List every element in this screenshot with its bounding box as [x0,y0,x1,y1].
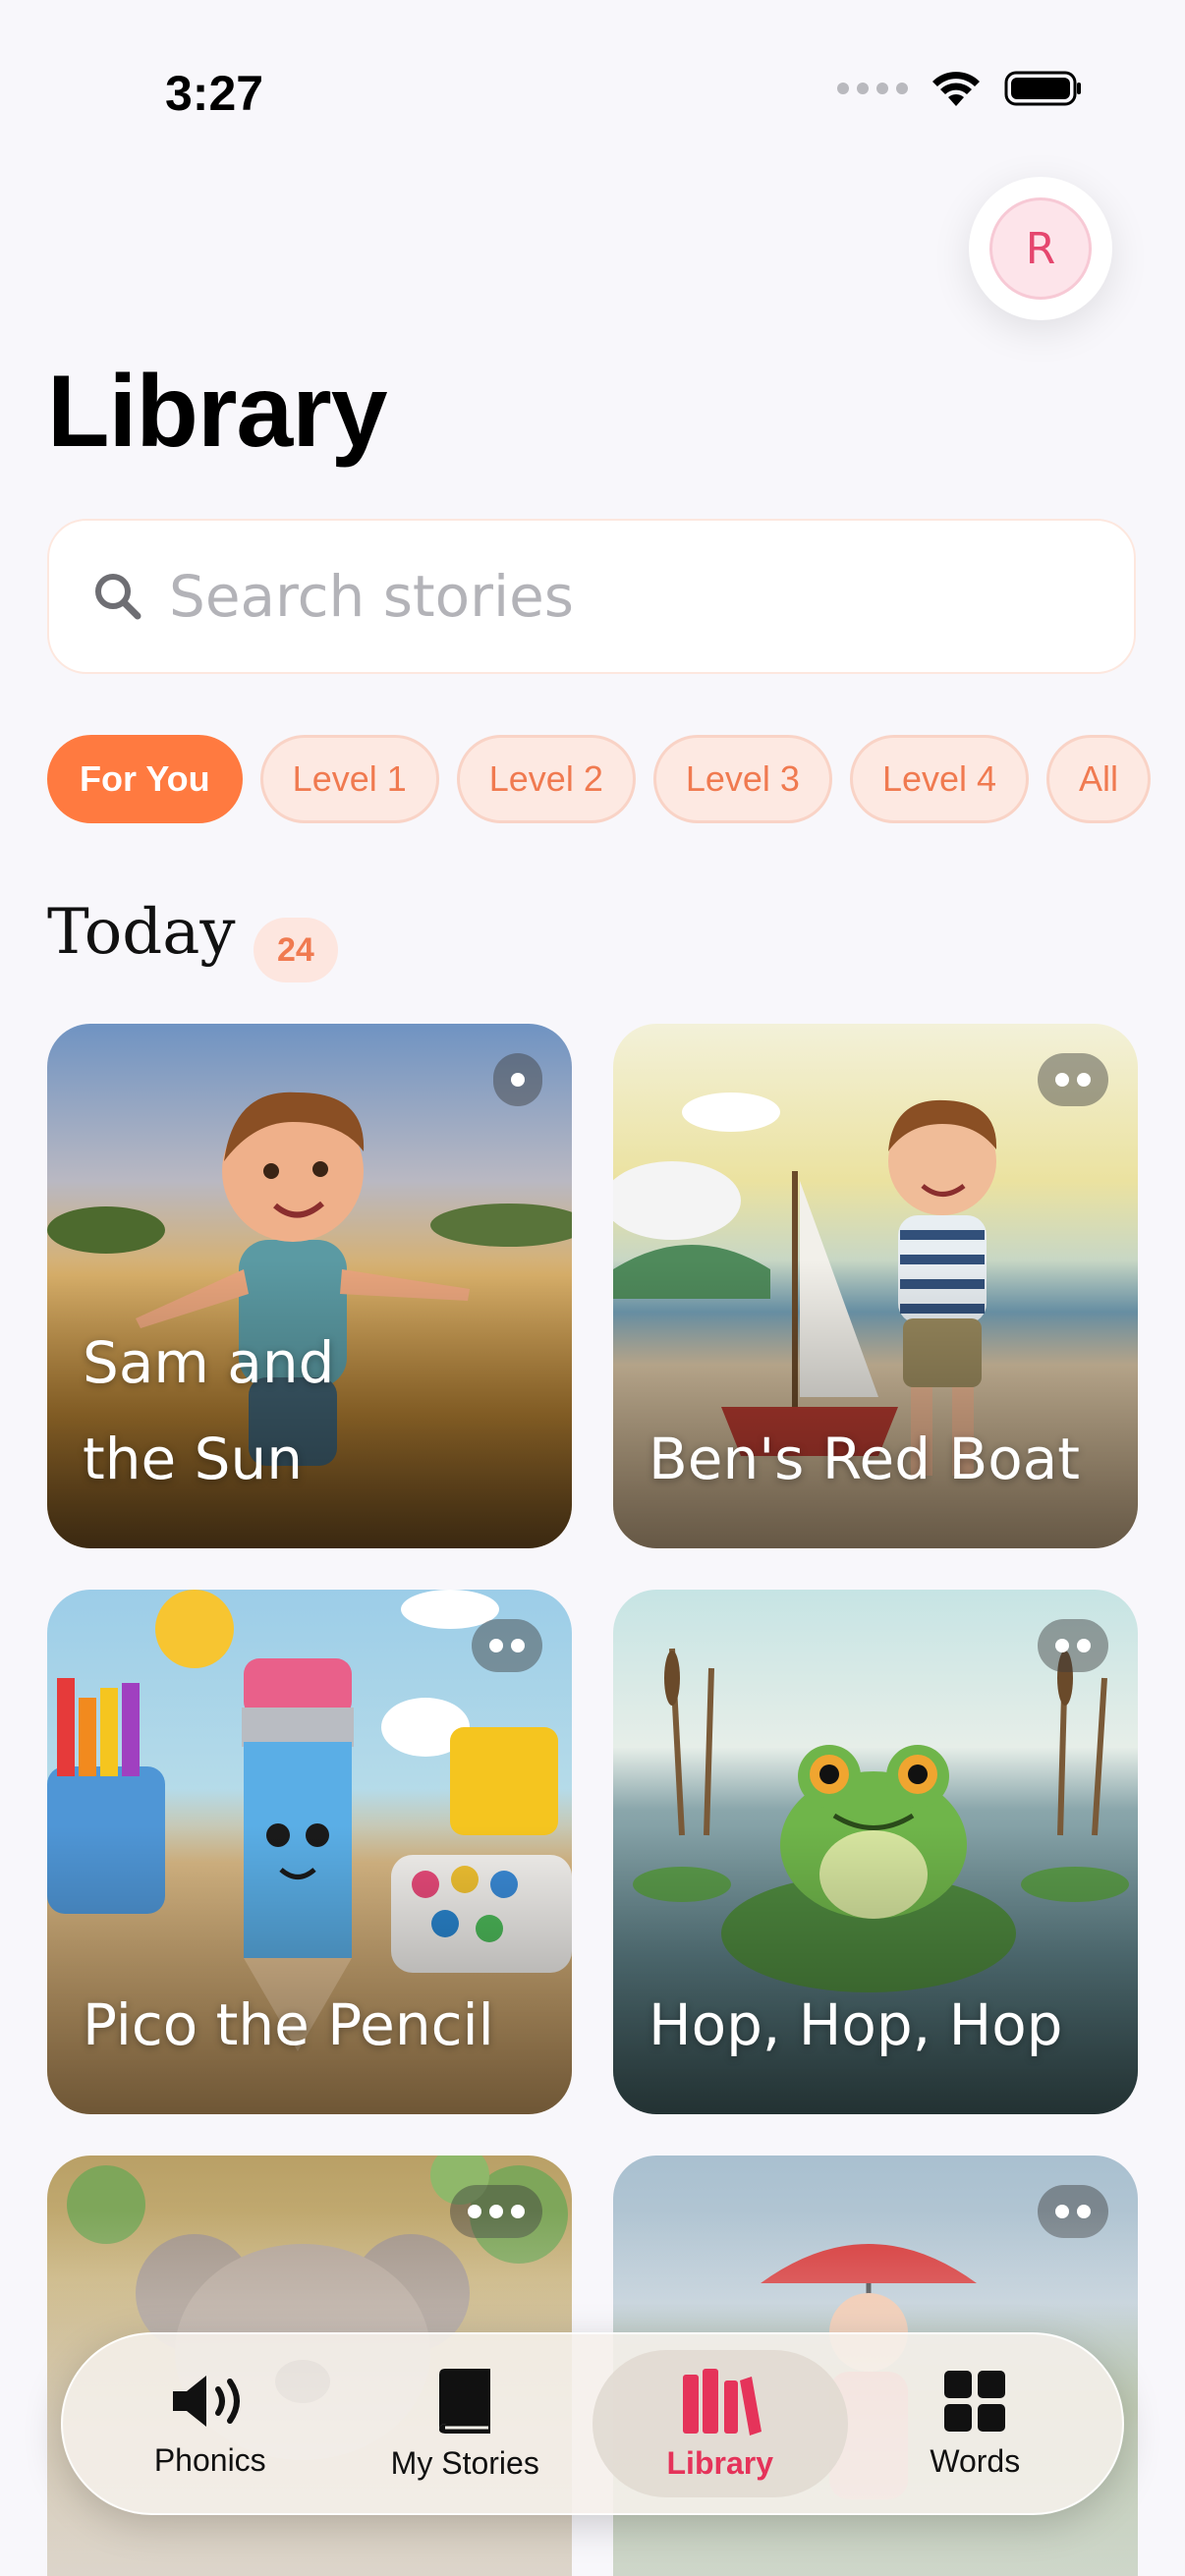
tab-label: Library [666,2444,773,2481]
tab-label: My Stories [390,2444,539,2481]
tab-library[interactable]: Library [592,2350,848,2497]
page-title: Library [47,355,388,469]
tab-my-stories[interactable]: My Stories [338,2350,593,2497]
section-count-badge: 24 [254,918,338,982]
tab-label: Words [930,2442,1021,2479]
wifi-icon [932,72,980,106]
search-icon [95,574,141,620]
chip-for-you[interactable]: For You [47,735,243,823]
level-indicator [1038,1619,1108,1672]
search-bar[interactable] [47,519,1136,674]
books-icon [682,2368,762,2436]
chip-level-4[interactable]: Level 4 [849,735,1030,823]
story-title: Hop, Hop, Hop [649,1991,1063,2058]
story-card[interactable]: Pico the Pencil [47,1590,572,2114]
tab-label: Phonics [153,2441,266,2478]
level-indicator [1038,1053,1108,1106]
filter-chips: For You Level 1 Level 2 Level 3 Level 4 … [47,735,1152,823]
story-title: Pico the Pencil [83,1991,494,2058]
tab-words[interactable]: Words [848,2350,1103,2497]
chip-level-1[interactable]: Level 1 [259,735,439,823]
avatar: R [989,197,1092,300]
tab-phonics[interactable]: Phonics [83,2350,338,2497]
search-input[interactable] [169,563,1053,630]
level-indicator [472,1619,542,1672]
story-card[interactable]: Sam and the Sun [47,1024,572,1548]
grid-icon [944,2370,1006,2432]
profile-button[interactable]: R [969,177,1112,320]
cellular-signal-icon [837,83,908,94]
chip-all[interactable]: All [1046,735,1152,823]
story-card[interactable]: Ben's Red Boat [613,1024,1138,1548]
status-icons [837,69,1083,108]
status-time: 3:27 [165,66,264,121]
section-title: Today [47,896,236,969]
battery-icon [1004,71,1081,106]
book-icon [439,2368,491,2434]
tab-bar: Phonics My Stories Library Words [61,2332,1124,2515]
speaker-icon [172,2375,240,2427]
story-card[interactable]: Hop, Hop, Hop [613,1590,1138,2114]
chip-level-3[interactable]: Level 3 [652,735,832,823]
level-indicator [493,1053,542,1106]
story-title: Sam and the Sun [83,1329,335,1492]
chip-level-2[interactable]: Level 2 [456,735,636,823]
story-title: Ben's Red Boat [649,1426,1081,1492]
